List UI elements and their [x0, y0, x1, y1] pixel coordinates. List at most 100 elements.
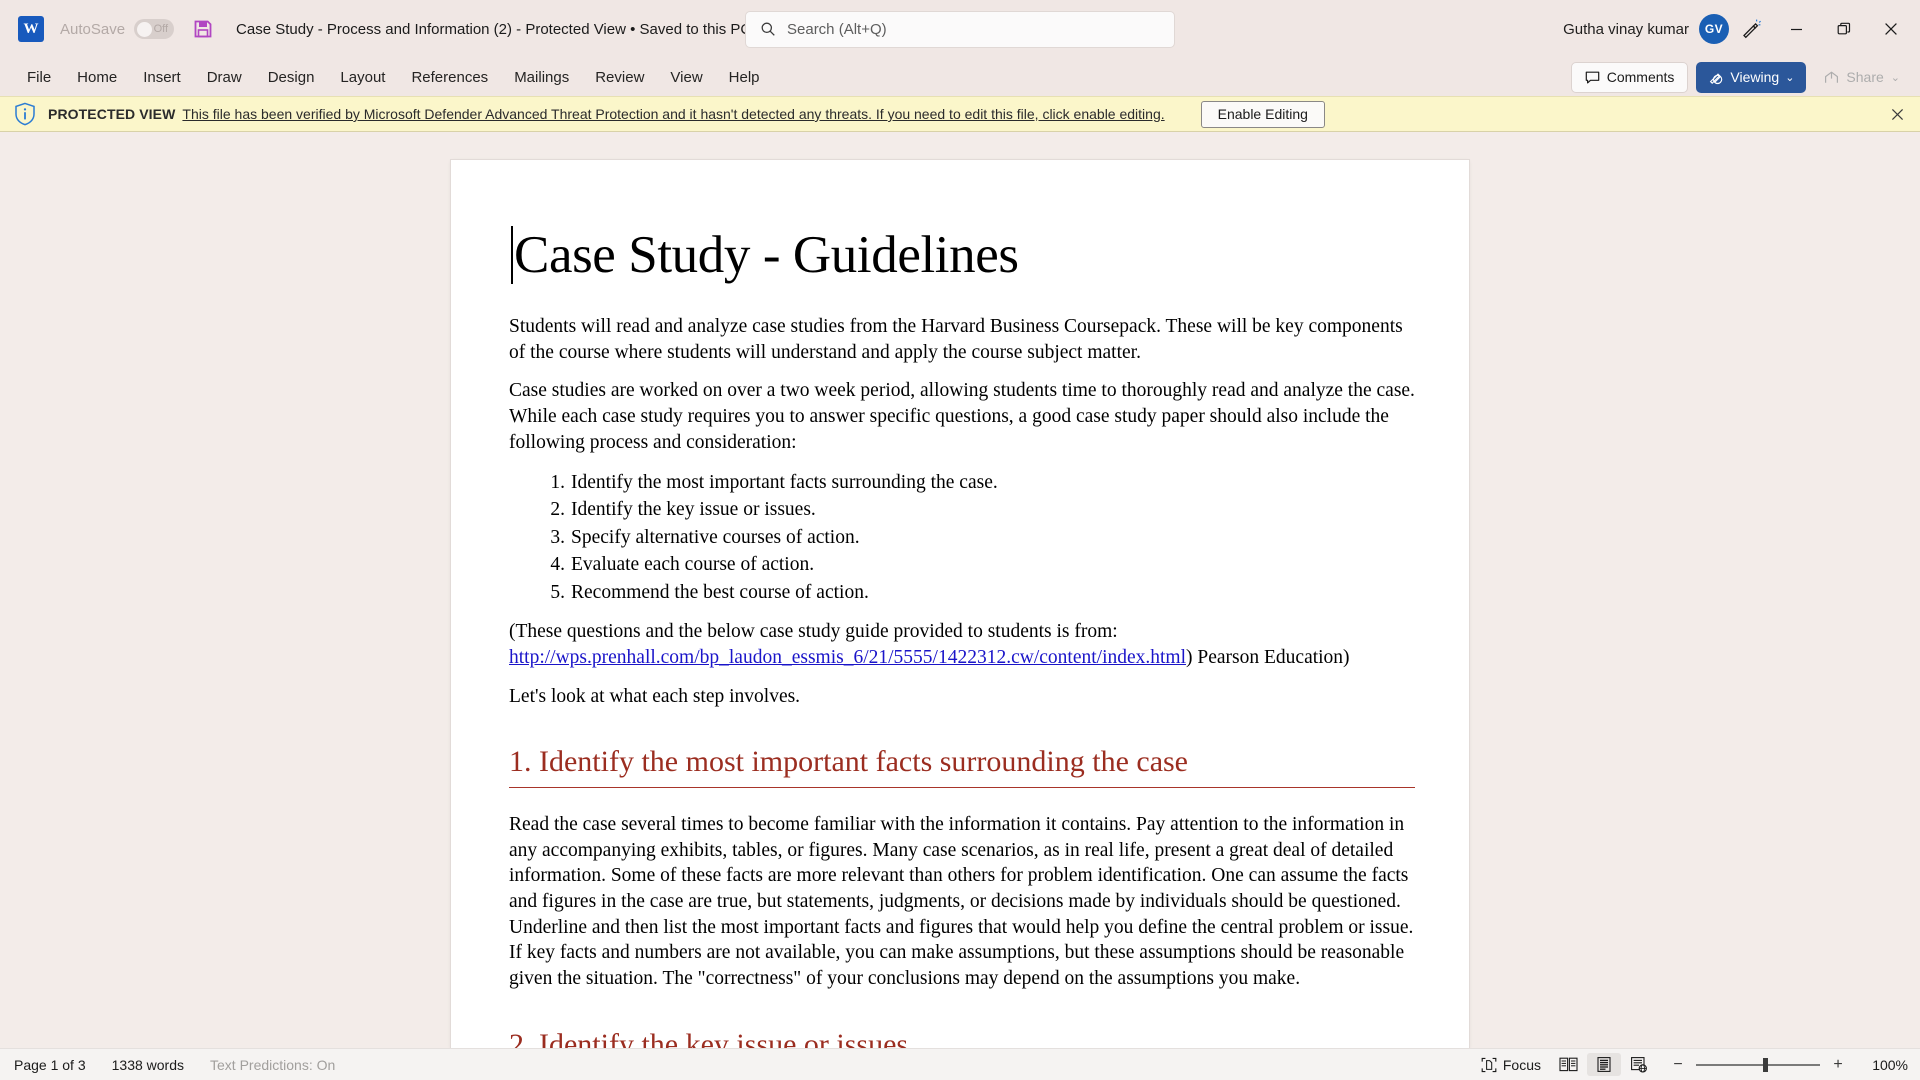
zoom-control[interactable]: − + 100%: [1671, 1056, 1908, 1074]
chevron-down-icon[interactable]: ⌄: [1785, 71, 1794, 84]
list-item-number: 3.: [550, 526, 565, 548]
word-logo-icon: W: [18, 16, 44, 42]
ribbon-tabs: File Home Insert Draw Design Layout Refe…: [14, 63, 773, 92]
autosave-label: AutoSave: [60, 20, 126, 38]
tab-layout[interactable]: Layout: [327, 63, 398, 92]
text-predictions-status[interactable]: Text Predictions: On: [210, 1057, 335, 1073]
focus-label: Focus: [1502, 1056, 1541, 1073]
autosave-toggle-knob: [137, 21, 153, 37]
list-item-number: 5.: [550, 581, 565, 603]
comments-button[interactable]: Comments: [1570, 61, 1689, 93]
autosave-state-label: Off: [153, 23, 169, 35]
list-item-text: Recommend the best course of action.: [571, 581, 869, 603]
source-hyperlink[interactable]: http://wps.prenhall.com/bp_laudon_essmis…: [509, 647, 1186, 668]
section-1-heading: 1. Identify the most important facts sur…: [509, 743, 1415, 788]
focus-mode-button[interactable]: Focus: [1472, 1054, 1550, 1076]
document-page[interactable]: Case Study - Guidelines Students will re…: [451, 160, 1469, 1048]
zoom-out-button[interactable]: −: [1671, 1056, 1685, 1074]
tab-file[interactable]: File: [14, 63, 64, 92]
shield-info-icon: [14, 102, 36, 126]
viewing-label: Viewing: [1730, 69, 1780, 85]
autosave-control[interactable]: AutoSave Off: [60, 19, 175, 39]
paragraph-source: (These questions and the below case stud…: [509, 619, 1415, 670]
list-item-text: Identify the most important facts surrou…: [571, 471, 998, 493]
protected-view-title: PROTECTED VIEW: [48, 106, 176, 122]
tab-references[interactable]: References: [398, 63, 501, 92]
list-item-number: 2.: [550, 499, 565, 521]
viewing-pen-icon: [1708, 69, 1724, 85]
status-bar: Page 1 of 3 1338 words Text Predictions:…: [0, 1048, 1920, 1080]
tab-review[interactable]: Review: [582, 63, 657, 92]
read-mode-button[interactable]: [1550, 1053, 1587, 1076]
document-title-heading: Case Study - Guidelines: [509, 226, 1415, 284]
tab-design[interactable]: Design: [255, 63, 328, 92]
print-layout-button[interactable]: [1587, 1053, 1621, 1076]
share-button[interactable]: Share ⌄: [1814, 62, 1910, 93]
document-title-value: Case Study - Guidelines: [514, 226, 1019, 284]
close-icon[interactable]: [1884, 101, 1910, 127]
paragraph-lets-look: Let's look at what each step involves.: [509, 685, 801, 707]
protected-view-message[interactable]: This file has been verified by Microsoft…: [182, 106, 1164, 122]
close-button[interactable]: [1867, 0, 1914, 58]
zoom-slider-thumb[interactable]: [1762, 1057, 1768, 1072]
zoom-level-label[interactable]: 100%: [1866, 1057, 1908, 1073]
restore-button[interactable]: [1820, 0, 1867, 58]
text-cursor: [511, 226, 513, 284]
list-item-number: 4.: [550, 554, 565, 576]
print-layout-icon: [1596, 1056, 1612, 1073]
list-item: 3. Specify alternative courses of action.: [509, 524, 1415, 551]
web-layout-button[interactable]: [1621, 1053, 1657, 1076]
search-icon: [760, 21, 776, 37]
document-title-text: Case Study - Process and Information (2)…: [236, 20, 752, 38]
pen-edit-icon[interactable]: [1729, 7, 1773, 51]
section-2-heading: 2. Identify the key issue or issues: [509, 1026, 1415, 1048]
document-canvas[interactable]: Case Study - Guidelines Students will re…: [0, 132, 1920, 1048]
minimize-button[interactable]: [1773, 0, 1820, 58]
paragraph-intro: Students will read and analyze case stud…: [509, 316, 1403, 363]
share-label: Share: [1846, 69, 1884, 85]
account-name-label: Gutha vinay kumar: [1563, 20, 1689, 38]
chevron-down-icon[interactable]: ⌄: [1891, 71, 1900, 84]
tab-insert[interactable]: Insert: [130, 63, 194, 92]
focus-icon: [1481, 1057, 1497, 1073]
word-application-window: W AutoSave Off Case Study - Process and …: [0, 0, 1920, 1080]
enable-editing-button[interactable]: Enable Editing: [1200, 100, 1325, 128]
ribbon-right-group: Comments Viewing ⌄ Share ⌄: [1570, 61, 1910, 93]
search-input[interactable]: [787, 20, 1160, 38]
web-layout-icon: [1630, 1056, 1648, 1073]
save-icon[interactable]: [192, 18, 214, 40]
paragraph-process: Case studies are worked on over a two we…: [509, 380, 1415, 453]
source-intro-text: (These questions and the below case stud…: [509, 621, 1118, 643]
title-bar: W AutoSave Off Case Study - Process and …: [0, 0, 1920, 58]
list-item-text: Evaluate each course of action.: [571, 554, 815, 576]
word-count[interactable]: 1338 words: [112, 1057, 184, 1073]
zoom-slider[interactable]: [1696, 1057, 1820, 1072]
read-mode-icon: [1559, 1056, 1578, 1073]
avatar[interactable]: GV: [1699, 14, 1729, 44]
tab-home[interactable]: Home: [64, 63, 130, 92]
document-title-area[interactable]: Case Study - Process and Information (2)…: [236, 21, 766, 38]
search-box[interactable]: [745, 10, 1175, 48]
list-item-text: Specify alternative courses of action.: [571, 526, 860, 548]
status-bar-right-group: Focus − + 100%: [1472, 1053, 1908, 1076]
list-item: 5. Recommend the best course of action.: [509, 579, 1415, 606]
comments-label: Comments: [1606, 69, 1675, 85]
list-item: 2. Identify the key issue or issues.: [509, 496, 1415, 523]
ribbon-tab-bar: File Home Insert Draw Design Layout Refe…: [0, 58, 1920, 96]
tab-draw[interactable]: Draw: [194, 63, 255, 92]
tab-help[interactable]: Help: [716, 63, 773, 92]
tab-view[interactable]: View: [657, 63, 715, 92]
list-item: 4. Evaluate each course of action.: [509, 551, 1415, 578]
list-item: 1. Identify the most important facts surr…: [509, 469, 1415, 496]
numbered-steps-list: 1. Identify the most important facts surr…: [509, 469, 1415, 606]
autosave-toggle[interactable]: Off: [134, 19, 175, 39]
section-1-body: Read the case several times to become fa…: [509, 813, 1414, 990]
comment-bubble-icon: [1585, 70, 1600, 85]
zoom-in-button[interactable]: +: [1831, 1056, 1845, 1074]
list-item-text: Identify the key issue or issues.: [571, 499, 816, 521]
source-tail-text: ) Pearson Education): [1186, 646, 1350, 668]
list-item-number: 1.: [550, 471, 565, 493]
tab-mailings[interactable]: Mailings: [501, 63, 582, 92]
viewing-mode-button[interactable]: Viewing ⌄: [1696, 61, 1807, 93]
page-indicator[interactable]: Page 1 of 3: [14, 1057, 86, 1073]
